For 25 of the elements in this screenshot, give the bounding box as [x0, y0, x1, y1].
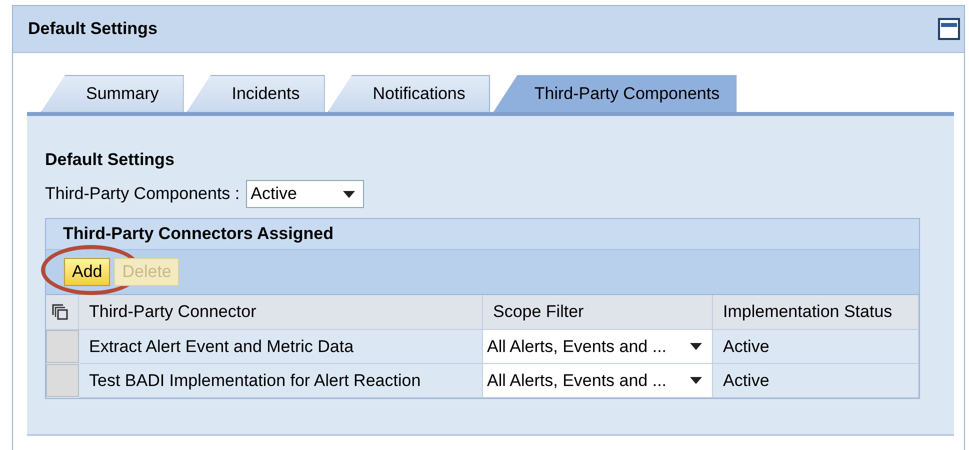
scope-dropdown[interactable]: All Alerts, Events and ...: [483, 330, 713, 364]
section-title: Default Settings: [45, 150, 176, 170]
caret-icon: [690, 343, 702, 350]
column-settings-cell[interactable]: [46, 295, 79, 330]
table-cell: Test BADI Implementation for Alert Reaction: [79, 364, 483, 398]
status-dropdown[interactable]: Active: [246, 180, 364, 208]
table-title: Third-Party Connectors Assigned: [63, 224, 334, 244]
tab[interactable]: Third-Party Components: [493, 75, 737, 112]
caret-icon: [342, 190, 355, 198]
panel-title: Default Settings: [28, 19, 158, 39]
tab[interactable]: Incidents: [186, 75, 325, 112]
collapse-button[interactable]: [938, 18, 960, 40]
tab[interactable]: Notifications: [328, 75, 490, 112]
caret-icon: [690, 377, 702, 384]
scope-dropdown[interactable]: All Alerts, Events and ...: [483, 364, 713, 398]
column-header[interactable]: Scope Filter: [483, 295, 713, 330]
copy-icon: [52, 304, 68, 320]
tab[interactable]: Summary: [41, 75, 184, 112]
table-cell: Extract Alert Event and Metric Data: [79, 330, 483, 364]
toolbar-button[interactable]: Add: [64, 258, 110, 286]
column-header[interactable]: Implementation Status: [713, 295, 919, 330]
column-header[interactable]: Third-Party Connector: [79, 295, 483, 330]
table-cell: Active: [713, 364, 919, 398]
field-label: Third-Party Components :: [45, 184, 240, 204]
table-cell: Active: [713, 330, 919, 364]
